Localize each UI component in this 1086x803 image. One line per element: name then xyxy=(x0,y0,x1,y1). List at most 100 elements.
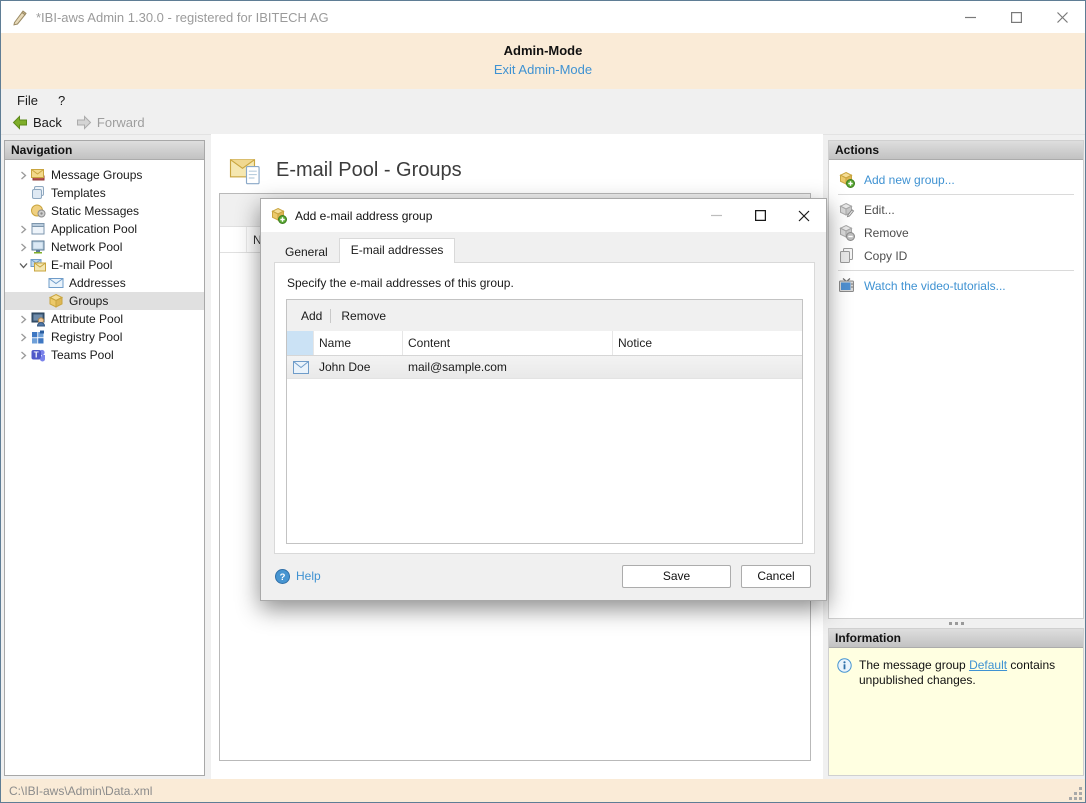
name-column-header[interactable]: Name xyxy=(314,331,403,355)
email-addresses-table: Add Remove Name Content Notice John Doe xyxy=(286,299,803,544)
menubar: File ? xyxy=(1,89,1085,111)
selector-column-header[interactable] xyxy=(287,331,314,355)
sidebar-item-templates[interactable]: Templates xyxy=(5,184,204,202)
sidebar-item-label: Message Groups xyxy=(51,168,142,182)
nav-toolbar: Back Forward xyxy=(1,111,1085,135)
groups-list-selector-column xyxy=(220,227,247,252)
minimize-button[interactable] xyxy=(947,1,993,33)
sidebar-item-label: Network Pool xyxy=(51,240,122,254)
content-column-header[interactable]: Content xyxy=(403,331,613,355)
info-text-before: The message group xyxy=(859,658,969,672)
info-icon xyxy=(837,658,852,673)
help-link[interactable]: ? Help xyxy=(275,569,622,584)
row-content: mail@sample.com xyxy=(403,360,613,374)
table-toolbar: Add Remove xyxy=(287,300,802,331)
sidebar-item-attribute-pool[interactable]: Attribute Pool xyxy=(5,310,204,328)
action-label: Edit... xyxy=(864,203,895,217)
save-button[interactable]: Save xyxy=(622,565,731,588)
add-email-address-group-dialog: Add e-mail address group General E-mail … xyxy=(260,198,827,601)
sidebar-item-application-pool[interactable]: Application Pool xyxy=(5,220,204,238)
sidebar-item-teams-pool[interactable]: T Teams Pool xyxy=(5,346,204,364)
sidebar-item-message-groups[interactable]: Message Groups xyxy=(5,166,204,184)
information-header: Information xyxy=(829,629,1083,648)
menu-file[interactable]: File xyxy=(1,91,48,110)
chevron-right-icon[interactable] xyxy=(20,333,27,342)
sidebar-item-label: Groups xyxy=(69,294,108,308)
back-button[interactable]: Back xyxy=(5,113,69,132)
teams-pool-icon: T xyxy=(30,347,46,363)
action-edit[interactable]: Edit... xyxy=(829,198,1083,221)
edit-icon xyxy=(838,201,855,218)
navigation-panel: Navigation Message Groups Templates xyxy=(4,140,205,776)
actions-panel: Actions Add new group... Edit... xyxy=(828,140,1084,619)
dialog-maximize-button[interactable] xyxy=(738,199,782,232)
remove-icon xyxy=(838,224,855,241)
navigation-tree: Message Groups Templates Static Messages xyxy=(5,160,204,364)
sidebar-item-label: Templates xyxy=(51,186,106,200)
forward-label: Forward xyxy=(97,115,145,130)
svg-text:T: T xyxy=(34,351,39,360)
menu-help[interactable]: ? xyxy=(48,91,75,110)
admin-mode-banner: Admin-Mode Exit Admin-Mode xyxy=(1,33,1085,89)
forward-arrow-icon xyxy=(76,115,92,130)
action-label: Remove xyxy=(864,226,909,240)
actions-separator xyxy=(838,270,1074,271)
dialog-minimize-button[interactable] xyxy=(694,199,738,232)
default-group-link[interactable]: Default xyxy=(969,658,1007,672)
admin-mode-title: Admin-Mode xyxy=(1,33,1085,58)
addresses-icon xyxy=(48,275,64,291)
forward-button[interactable]: Forward xyxy=(69,113,152,132)
tab-email-addresses[interactable]: E-mail addresses xyxy=(339,238,456,263)
status-bar: C:\IBI-aws\Admin\Data.xml xyxy=(1,779,1085,803)
window-title: *IBI-aws Admin 1.30.0 - registered for I… xyxy=(36,10,947,25)
chevron-down-icon[interactable] xyxy=(19,262,28,269)
close-button[interactable] xyxy=(1039,1,1085,33)
back-arrow-icon xyxy=(12,115,28,130)
sidebar-item-label: Addresses xyxy=(69,276,126,290)
sidebar-item-label: Attribute Pool xyxy=(51,312,123,326)
minimize-icon xyxy=(711,210,722,221)
chevron-right-icon[interactable] xyxy=(20,243,27,252)
sidebar-item-static-messages[interactable]: Static Messages xyxy=(5,202,204,220)
chevron-right-icon[interactable] xyxy=(20,225,27,234)
dialog-tabstrip: General E-mail addresses xyxy=(274,240,455,263)
table-row[interactable]: John Doe mail@sample.com xyxy=(287,356,802,379)
action-label: Add new group... xyxy=(864,173,955,187)
dialog-add-group-icon xyxy=(270,207,287,224)
panel-splitter-handle[interactable] xyxy=(828,619,1084,628)
table-header: Name Content Notice xyxy=(287,331,802,356)
chevron-right-icon[interactable] xyxy=(20,315,27,324)
action-copy-id[interactable]: Copy ID xyxy=(829,244,1083,267)
sidebar-item-label: Application Pool xyxy=(51,222,137,236)
sidebar-item-label: Static Messages xyxy=(51,204,139,218)
remove-button[interactable]: Remove xyxy=(331,305,396,327)
sidebar-item-groups[interactable]: Groups xyxy=(5,292,204,310)
tab-general[interactable]: General xyxy=(274,241,339,263)
action-remove[interactable]: Remove xyxy=(829,221,1083,244)
maximize-button[interactable] xyxy=(993,1,1039,33)
sidebar-item-addresses[interactable]: Addresses xyxy=(5,274,204,292)
titlebar: *IBI-aws Admin 1.30.0 - registered for I… xyxy=(1,1,1085,33)
exit-admin-mode-link[interactable]: Exit Admin-Mode xyxy=(494,62,592,77)
sidebar-item-registry-pool[interactable]: Registry Pool xyxy=(5,328,204,346)
action-watch-video-tutorials[interactable]: Watch the video-tutorials... xyxy=(829,274,1083,297)
resize-grip[interactable] xyxy=(1070,788,1082,800)
sidebar-item-label: Teams Pool xyxy=(51,348,114,362)
chevron-right-icon[interactable] xyxy=(20,171,27,180)
maximize-icon xyxy=(1011,12,1022,23)
groups-icon xyxy=(48,293,64,309)
video-tutorials-icon xyxy=(838,277,855,294)
registry-pool-icon xyxy=(30,329,46,345)
app-icon xyxy=(11,9,28,26)
add-button[interactable]: Add xyxy=(287,305,330,327)
notice-column-header[interactable]: Notice xyxy=(613,331,802,355)
sidebar-item-email-pool[interactable]: E-mail Pool xyxy=(5,256,204,274)
dialog-close-button[interactable] xyxy=(782,199,826,232)
action-add-new-group[interactable]: Add new group... xyxy=(829,168,1083,191)
cancel-button[interactable]: Cancel xyxy=(741,565,811,588)
chevron-right-icon[interactable] xyxy=(20,351,27,360)
back-label: Back xyxy=(33,115,62,130)
sidebar-item-network-pool[interactable]: Network Pool xyxy=(5,238,204,256)
help-icon: ? xyxy=(275,569,290,584)
email-pool-icon xyxy=(30,257,46,273)
